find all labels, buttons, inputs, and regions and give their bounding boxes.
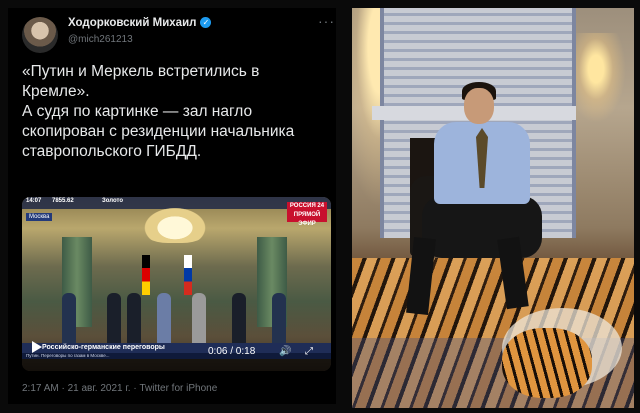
more-options-icon[interactable]: ··· bbox=[318, 13, 335, 29]
news-ticker-text: Путин. Переговоры по газам в Москве... bbox=[26, 353, 110, 358]
honor-guard bbox=[272, 293, 286, 345]
author-name-text[interactable]: Ходорковский Михаил bbox=[68, 17, 196, 29]
tiger-head bbox=[502, 328, 592, 398]
video-time: 0:06 / 0:18 bbox=[208, 346, 256, 357]
play-icon[interactable] bbox=[32, 341, 42, 353]
tweet-text: «Путин и Меркель встретились в Кремле». … bbox=[22, 62, 327, 162]
interior-photo bbox=[352, 8, 634, 408]
author-avatar[interactable] bbox=[22, 17, 58, 53]
video-top-time: 14:07 bbox=[26, 198, 42, 204]
person-figure bbox=[127, 293, 141, 345]
chandelier bbox=[140, 205, 210, 243]
channel-logo-sub: ПРЯМОЙ ЭФИР bbox=[293, 212, 321, 227]
person-figure bbox=[107, 293, 121, 345]
video-controls-bar bbox=[22, 359, 331, 371]
person-figure bbox=[157, 293, 171, 345]
channel-logo: РОССИЯ 24 ПРЯМОЙ ЭФИР bbox=[287, 202, 327, 227]
tweet-card: Ходорковский Михаил ✓ @mich261213 ··· «Пу… bbox=[8, 8, 336, 404]
video-top-ticker: 7855.62 bbox=[52, 198, 74, 204]
author-handle[interactable]: @mich261213 bbox=[68, 34, 133, 45]
location-tag: Москва bbox=[26, 213, 53, 221]
person-figure bbox=[232, 293, 246, 345]
author-name[interactable]: Ходорковский Михаил ✓ bbox=[68, 17, 212, 29]
man-legs bbox=[422, 196, 542, 258]
honor-guard bbox=[62, 293, 76, 345]
video-top-label: Золото bbox=[102, 198, 124, 204]
volume-icon[interactable]: 🔊 bbox=[279, 346, 291, 357]
tweet-text-line: А судя по картинке — зал нагло скопирова… bbox=[22, 103, 295, 160]
news-caption-text: Российско-германские переговоры bbox=[42, 344, 165, 351]
embedded-video[interactable]: 14:07 7855.62 Золото РОССИЯ 24 ПРЯМОЙ ЭФ… bbox=[22, 197, 331, 371]
russian-flag bbox=[184, 255, 192, 295]
tweet-text-line: «Путин и Меркель встретились в Кремле». bbox=[22, 63, 260, 100]
tweet-meta[interactable]: 2:17 AM · 21 авг. 2021 г. · Twitter for … bbox=[22, 383, 217, 394]
channel-logo-text: РОССИЯ 24 bbox=[289, 203, 325, 209]
verified-badge-icon: ✓ bbox=[200, 17, 212, 28]
german-flag bbox=[142, 255, 150, 295]
person-figure bbox=[192, 293, 206, 345]
man-head bbox=[464, 88, 494, 124]
fullscreen-icon[interactable]: ⤢ bbox=[305, 346, 313, 357]
